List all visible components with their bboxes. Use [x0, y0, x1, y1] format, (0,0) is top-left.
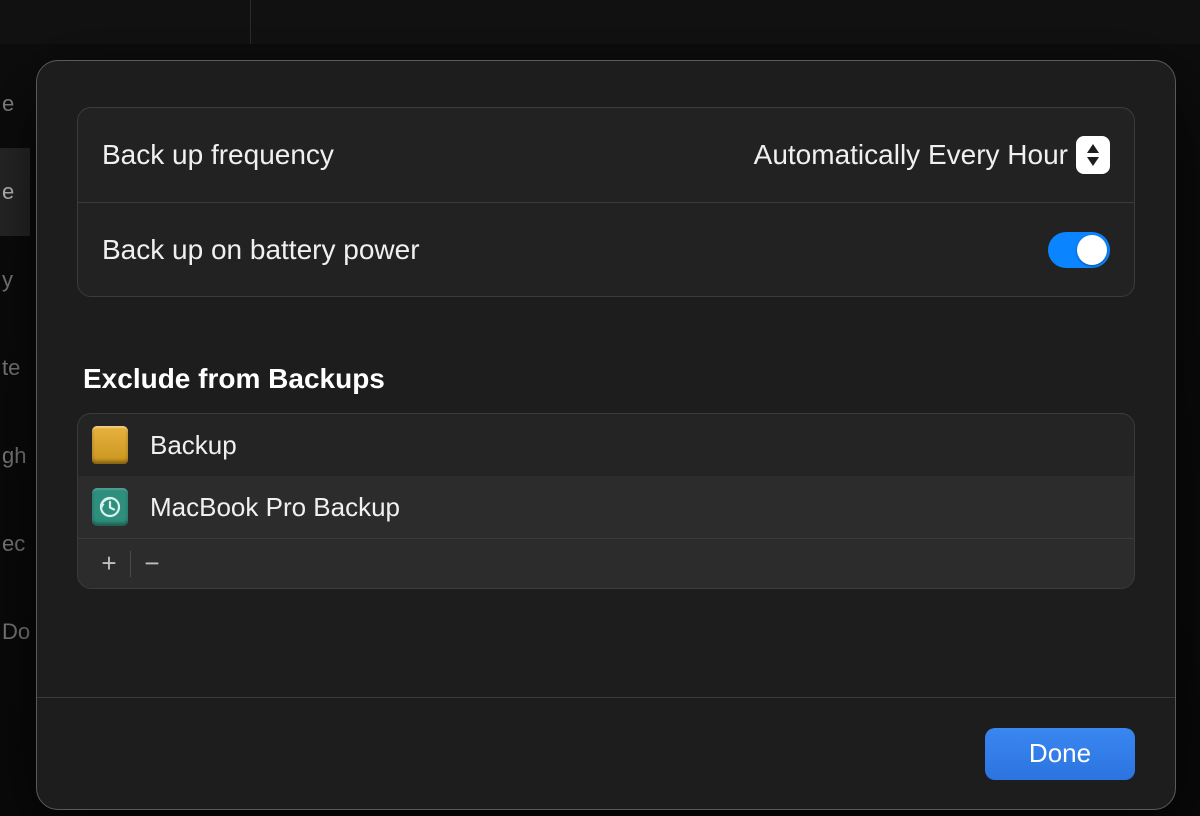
plus-icon: +: [101, 548, 116, 579]
sidebar-fragment-item: ec: [0, 500, 30, 588]
exclude-list-footer: + −: [78, 538, 1134, 588]
done-button[interactable]: Done: [985, 728, 1135, 780]
exclude-item[interactable]: MacBook Pro Backup: [78, 476, 1134, 538]
sheet-footer: Done: [37, 697, 1175, 809]
exclude-item-name: Backup: [150, 430, 237, 461]
backup-frequency-label: Back up frequency: [102, 139, 334, 171]
exclude-section-title: Exclude from Backups: [83, 363, 1135, 395]
background-toolbar: [0, 0, 1200, 44]
backup-frequency-row: Back up frequency Automatically Every Ho…: [78, 108, 1134, 202]
sheet-body: Back up frequency Automatically Every Ho…: [37, 61, 1175, 697]
sidebar-fragment: e e y te gh ec Do: [0, 60, 30, 676]
sidebar-fragment-item: y: [0, 236, 30, 324]
exclude-item-name: MacBook Pro Backup: [150, 492, 400, 523]
sidebar-fragment-item: e: [0, 60, 30, 148]
toggle-knob: [1077, 235, 1107, 265]
drive-timemachine-icon: [92, 488, 128, 526]
exclude-list: Backup MacBook Pro Backup +: [77, 413, 1135, 589]
options-modal-sheet: Back up frequency Automatically Every Ho…: [36, 60, 1176, 810]
add-exclude-button[interactable]: +: [88, 547, 130, 581]
sidebar-fragment-item: e: [0, 148, 30, 236]
background-toolbar-divider: [250, 0, 251, 44]
backup-settings-group: Back up frequency Automatically Every Ho…: [77, 107, 1135, 297]
sidebar-fragment-item: gh: [0, 412, 30, 500]
drive-yellow-icon: [92, 426, 128, 464]
remove-exclude-button[interactable]: −: [131, 547, 173, 581]
minus-icon: −: [144, 548, 159, 579]
backup-on-battery-label: Back up on battery power: [102, 234, 420, 266]
stepper-updown-icon[interactable]: [1076, 136, 1110, 174]
backup-on-battery-toggle[interactable]: [1048, 232, 1110, 268]
sidebar-fragment-item: te: [0, 324, 30, 412]
backup-on-battery-row: Back up on battery power: [78, 202, 1134, 296]
backup-frequency-value: Automatically Every Hour: [754, 139, 1068, 171]
backup-frequency-control[interactable]: Automatically Every Hour: [754, 136, 1110, 174]
sidebar-fragment-item: Do: [0, 588, 30, 676]
exclude-item[interactable]: Backup: [78, 414, 1134, 476]
